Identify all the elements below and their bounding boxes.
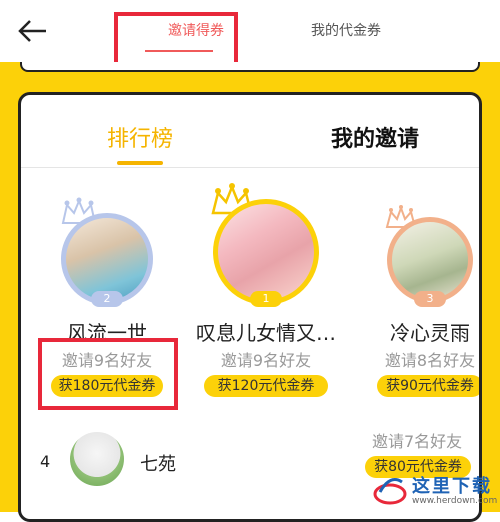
- leaderboard-tab-underline: [117, 161, 163, 165]
- player-name: 叹息儿女情又…: [196, 321, 336, 345]
- watermark-text: 这里下载: [412, 476, 492, 497]
- list-rank: 4: [40, 452, 51, 471]
- back-arrow-icon[interactable]: [16, 16, 50, 46]
- top-bar: 邀请得券 我的代金券: [0, 0, 500, 62]
- tab-leaderboard[interactable]: 排行榜: [107, 121, 173, 153]
- rank-number: 3: [426, 292, 434, 305]
- tab-my-invites[interactable]: 我的邀请: [331, 121, 419, 153]
- watermark-logo: 这里下载 www.herdown.com: [370, 470, 498, 510]
- invite-count: 邀请7名好友: [372, 432, 463, 451]
- rank-number: 2: [103, 292, 111, 305]
- avatar: [213, 199, 319, 305]
- tab-my-coupons[interactable]: 我的代金券: [296, 20, 396, 40]
- rank-number: 1: [262, 292, 270, 305]
- logo-icon: [373, 478, 407, 505]
- invite-count: 邀请9名好友: [220, 351, 312, 370]
- reward-badge: 获90元代金券: [377, 375, 479, 397]
- list-name: 七苑: [140, 454, 176, 475]
- tab-divider: [21, 167, 479, 168]
- player-name: 冷心灵雨: [390, 321, 470, 345]
- avatar: [70, 432, 124, 486]
- invite-count: 邀请8名好友: [384, 351, 476, 370]
- reward-badge: 获120元代金券: [204, 375, 328, 397]
- watermark-url: www.herdown.com: [412, 496, 498, 506]
- highlight-box-reward: [38, 338, 178, 410]
- header-card-edge: [20, 62, 480, 72]
